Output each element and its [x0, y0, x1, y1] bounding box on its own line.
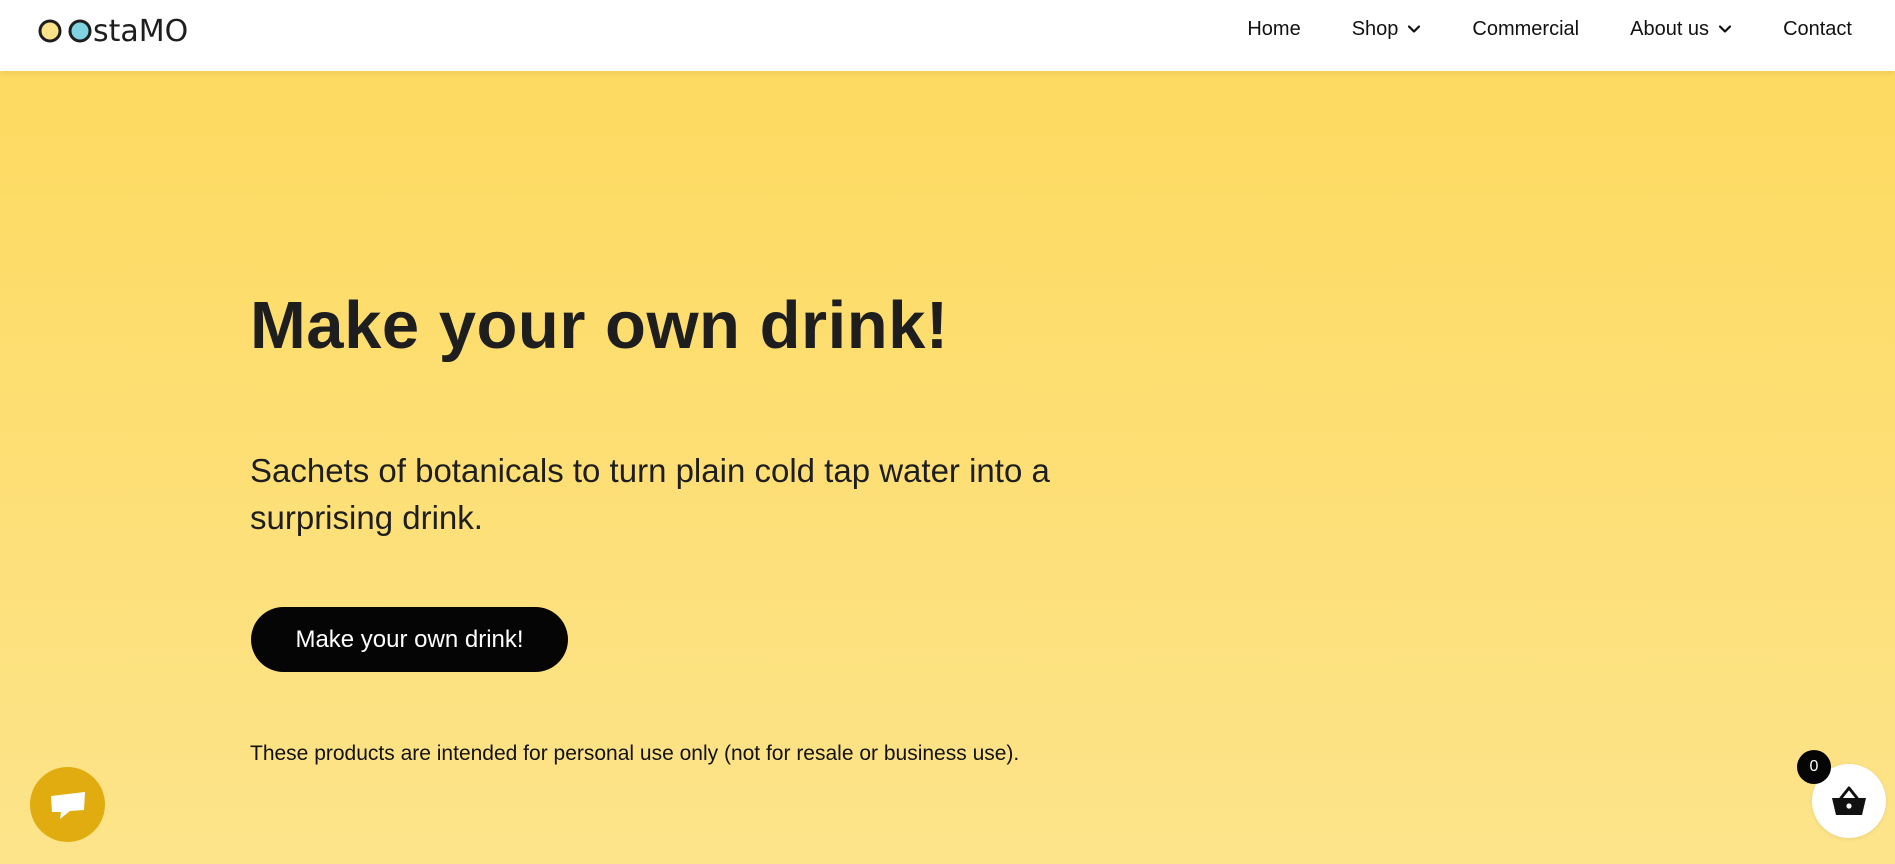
- page: staMO Home Shop Commercial About us Cont…: [0, 0, 1895, 864]
- chat-button[interactable]: [30, 767, 105, 842]
- nav-contact-label: Contact: [1783, 17, 1852, 40]
- nav-commercial[interactable]: Commercial: [1472, 18, 1579, 41]
- chevron-down-icon: [1408, 25, 1421, 33]
- nav-about-us-label: About us: [1630, 17, 1710, 40]
- basket-icon: [1832, 786, 1866, 815]
- cart-count-badge: 0: [1797, 750, 1831, 784]
- nav-commercial-label: Commercial: [1472, 17, 1580, 40]
- hero-title: Make your own drink!: [250, 288, 949, 363]
- nav-home[interactable]: Home: [1247, 18, 1300, 41]
- nav-contact[interactable]: Contact: [1783, 18, 1852, 41]
- main-navigation: Home Shop Commercial About us Contact: [1247, 0, 1852, 58]
- nav-about-us[interactable]: About us: [1630, 18, 1732, 41]
- nav-home-label: Home: [1247, 17, 1301, 40]
- svg-text:staMO: staMO: [93, 14, 188, 48]
- nav-shop-label: Shop: [1351, 17, 1399, 40]
- nav-shop[interactable]: Shop: [1352, 18, 1422, 41]
- cta-label: Make your own drink!: [295, 625, 524, 653]
- hero-subtitle: Sachets of botanicals to turn plain cold…: [250, 452, 1050, 536]
- personal-use-disclaimer: These products are intended for personal…: [250, 742, 1020, 765]
- chevron-down-icon: [1718, 25, 1732, 33]
- chat-bubble-icon: [50, 791, 85, 819]
- site-header: staMO Home Shop Commercial About us Cont…: [0, 0, 1895, 71]
- oostamo-logo-icon: staMO: [38, 14, 188, 48]
- site-logo[interactable]: staMO: [38, 14, 220, 48]
- cart-count: 0: [1809, 758, 1819, 775]
- make-your-own-drink-button[interactable]: Make your own drink!: [251, 607, 568, 672]
- hero-section: Make your own drink! Sachets of botanica…: [250, 280, 1150, 536]
